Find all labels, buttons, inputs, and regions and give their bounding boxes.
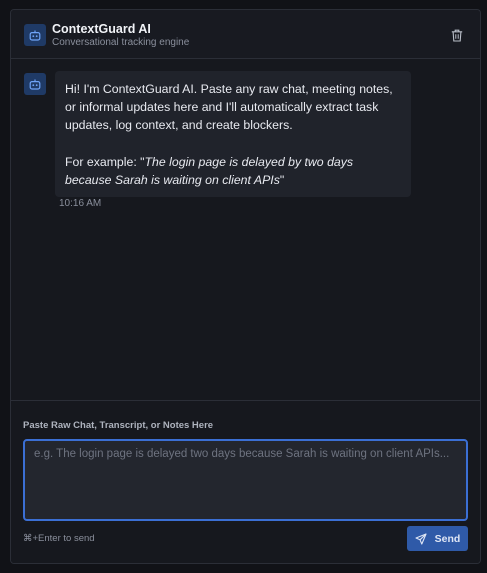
chat-header: ContextGuard AI Conversational tracking … (11, 10, 480, 59)
send-shortcut-hint: ⌘+Enter to send (23, 533, 95, 544)
composer: Paste Raw Chat, Transcript, or Notes Her… (11, 400, 480, 563)
message-timestamp: 10:16 AM (59, 198, 102, 209)
send-button-label: Send (434, 532, 461, 545)
assistant-message: Hi! I'm ContextGuard AI. Paste any raw c… (55, 71, 411, 198)
app-title: ContextGuard AI (52, 22, 151, 36)
chat-panel: ContextGuard AI Conversational tracking … (10, 9, 481, 564)
message-list[interactable]: Hi! I'm ContextGuard AI. Paste any raw c… (11, 60, 480, 400)
app-subtitle: Conversational tracking engine (52, 37, 190, 48)
bot-icon (24, 24, 46, 46)
example-prefix: For example: " (65, 154, 145, 169)
paper-plane-icon (415, 532, 427, 545)
trash-icon[interactable] (449, 26, 465, 44)
bot-icon (24, 73, 46, 95)
composer-label: Paste Raw Chat, Transcript, or Notes Her… (23, 420, 214, 431)
message-intro: Hi! I'm ContextGuard AI. Paste any raw c… (65, 82, 393, 133)
notes-input[interactable] (23, 439, 468, 521)
example-suffix: " (279, 172, 285, 187)
message-example: For example: "The login page is delayed … (65, 153, 401, 189)
send-button[interactable]: Send (407, 526, 468, 551)
